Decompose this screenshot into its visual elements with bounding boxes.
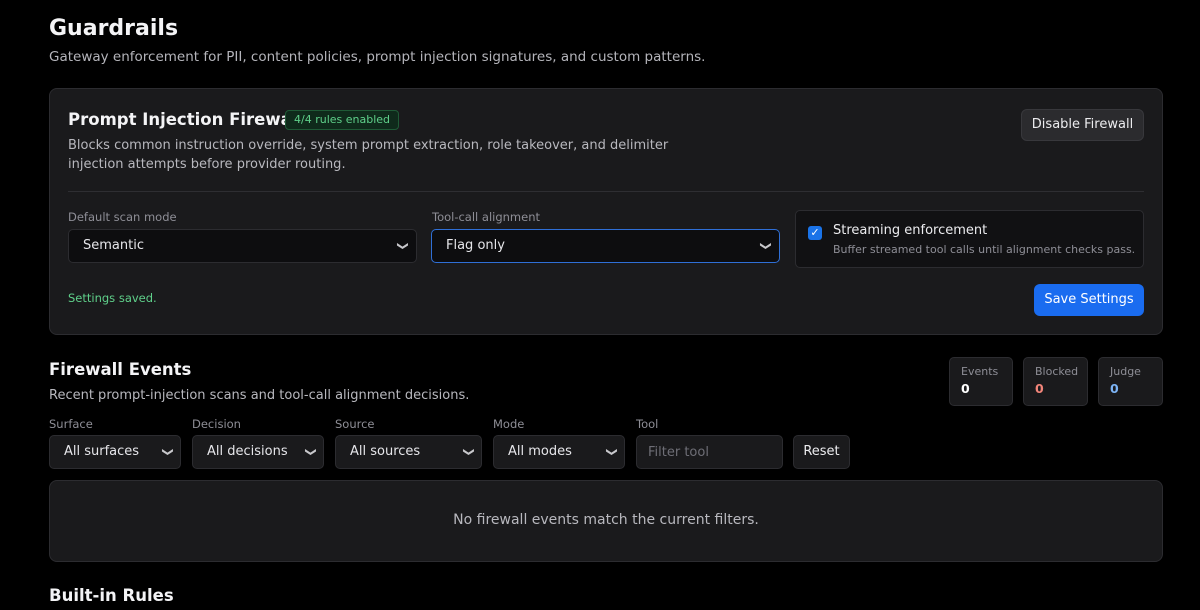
alignment-select[interactable]: Flag only ❯ [431,229,780,263]
scan-mode-value: Semantic [83,238,144,253]
stat-judge: Judge 0 [1098,357,1163,406]
chevron-down-icon: ❯ [759,241,773,251]
save-settings-button[interactable]: Save Settings [1034,284,1144,316]
surface-filter-label: Surface [49,417,93,431]
stat-value: 0 [1110,381,1119,396]
alignment-value: Flag only [446,238,505,253]
chevron-down-icon: ❯ [396,241,410,251]
events-title: Firewall Events [49,360,192,379]
settings-saved-message: Settings saved. [68,291,157,305]
alignment-label: Tool-call alignment [432,210,541,224]
source-filter-select[interactable]: All sources ❯ [335,435,482,469]
mode-filter-select[interactable]: All modes ❯ [493,435,625,469]
source-filter-value: All sources [350,444,421,459]
streaming-description: Buffer streamed tool calls until alignme… [833,243,1136,256]
chevron-down-icon: ❯ [304,447,318,457]
chevron-down-icon: ❯ [605,447,619,457]
tool-filter-label: Tool [636,417,659,431]
firewall-description: Blocks common instruction override, syst… [68,138,669,172]
surface-filter-select[interactable]: All surfaces ❯ [49,435,181,469]
surface-filter-value: All surfaces [64,444,140,459]
chevron-down-icon: ❯ [161,447,175,457]
decision-filter-value: All decisions [207,444,288,459]
firewall-title: Prompt Injection Firewall [68,110,304,129]
stat-events: Events 0 [949,357,1013,406]
page-subtitle: Gateway enforcement for PII, content pol… [49,49,706,65]
reset-filters-button[interactable]: Reset [793,435,850,469]
events-empty-panel: No firewall events match the current fil… [49,480,1163,562]
streaming-checkbox[interactable]: ✓ [808,226,822,240]
stat-blocked: Blocked 0 [1023,357,1088,406]
card-divider [68,191,1144,192]
scan-mode-select[interactable]: Semantic ❯ [68,229,417,263]
stat-label: Judge [1110,365,1141,378]
stat-value: 0 [1035,381,1044,396]
chevron-down-icon: ❯ [462,447,476,457]
builtin-rules-title: Built-in Rules [49,586,174,605]
stat-label: Blocked [1035,365,1079,378]
streaming-enforcement-option[interactable]: ✓ Streaming enforcement Buffer streamed … [795,210,1144,268]
events-subtitle: Recent prompt-injection scans and tool-c… [49,388,470,403]
rules-enabled-badge: 4/4 rules enabled [285,110,400,130]
scan-mode-label: Default scan mode [68,210,177,224]
stat-label: Events [961,365,999,378]
mode-filter-value: All modes [508,444,572,459]
streaming-title: Streaming enforcement [833,223,988,238]
check-icon: ✓ [810,226,820,239]
mode-filter-label: Mode [493,417,525,431]
source-filter-label: Source [335,417,375,431]
empty-state-message: No firewall events match the current fil… [453,512,759,528]
firewall-card: Prompt Injection Firewall 4/4 rules enab… [49,88,1163,335]
decision-filter-label: Decision [192,417,241,431]
stat-value: 0 [961,381,970,396]
tool-filter-input[interactable] [636,435,783,469]
disable-firewall-button[interactable]: Disable Firewall [1021,109,1144,141]
guardrails-page: Guardrails Gateway enforcement for PII, … [0,0,1200,610]
decision-filter-select[interactable]: All decisions ❯ [192,435,324,469]
page-title: Guardrails [49,16,179,41]
